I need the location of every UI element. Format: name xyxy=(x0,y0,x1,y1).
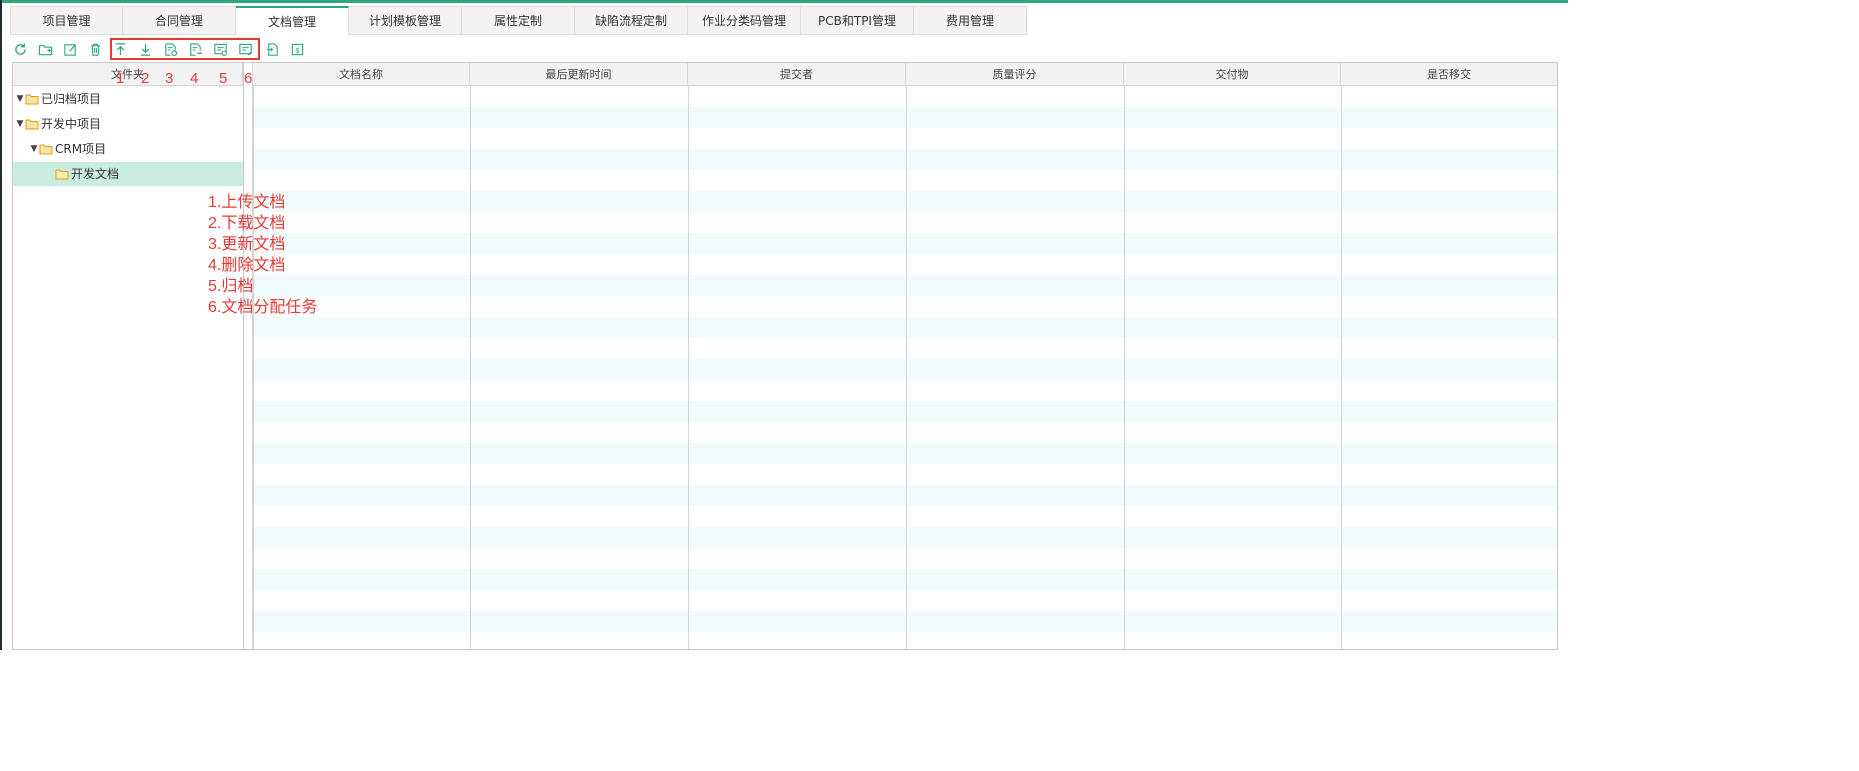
tab-pcb-tpi-management[interactable]: PCB和TPI管理 xyxy=(801,6,914,35)
window-left-edge xyxy=(0,0,2,650)
column-divider xyxy=(688,86,689,649)
column-header-last-updated[interactable]: 最后更新时间 xyxy=(470,63,688,86)
document-panel: 文件夹 文档名称 最后更新时间 提交者 质量评分 交付物 是否移交 ▼ 已归档项… xyxy=(12,62,1558,650)
legend-item: 5.归档 xyxy=(208,278,254,295)
row-stripe xyxy=(253,233,1557,254)
delete-icon xyxy=(90,43,100,56)
tab-document-management[interactable]: 文档管理 xyxy=(236,6,349,35)
cost-icon: $ xyxy=(291,43,303,55)
column-header-quality-score[interactable]: 质量评分 xyxy=(906,63,1124,86)
tree-node-dev-documents[interactable]: 开发文档 xyxy=(13,162,243,186)
tab-activity-code-management[interactable]: 作业分类码管理 xyxy=(688,6,801,35)
export-icon xyxy=(266,42,278,56)
row-stripe xyxy=(253,359,1557,380)
cost-button[interactable]: $ xyxy=(287,39,307,59)
tab-bar: 项目管理 合同管理 文档管理 计划模板管理 属性定制 缺陷流程定制 作业分类码管… xyxy=(10,6,1558,36)
folder-icon xyxy=(55,169,69,180)
row-stripe xyxy=(253,317,1557,338)
tree-node-label: 开发中项目 xyxy=(41,117,102,131)
row-stripe xyxy=(253,485,1557,506)
top-accent-bar xyxy=(0,0,1568,3)
tree-node-crm-project[interactable]: ▼ CRM项目 xyxy=(29,137,243,161)
column-divider xyxy=(1124,86,1125,649)
edit-icon xyxy=(63,43,76,56)
row-stripe xyxy=(253,611,1557,632)
tab-contract-management[interactable]: 合同管理 xyxy=(123,6,236,35)
annotation-number: 6 xyxy=(244,70,253,87)
column-header-submitter[interactable]: 提交者 xyxy=(688,63,906,86)
add-folder-icon xyxy=(38,44,52,55)
folder-open-icon xyxy=(25,119,39,130)
annotation-number: 1 xyxy=(116,70,125,87)
annotation-number: 5 xyxy=(219,70,228,87)
delete-button[interactable] xyxy=(85,39,105,59)
tab-attribute-customization[interactable]: 属性定制 xyxy=(462,6,575,35)
column-divider xyxy=(252,86,254,649)
annotation-legend: 1.上传文档 2.下载文档 3.更新文档 4.删除文档 5.归档 6.文档分配任… xyxy=(208,192,317,318)
row-stripe xyxy=(253,527,1557,548)
svg-text:$: $ xyxy=(295,45,300,54)
tree-node-label: CRM项目 xyxy=(55,142,107,156)
row-stripe xyxy=(253,401,1557,422)
legend-item: 2.下载文档 xyxy=(208,215,286,232)
tree-separator xyxy=(243,63,244,649)
tab-cost-management[interactable]: 费用管理 xyxy=(914,6,1027,35)
tab-defect-workflow[interactable]: 缺陷流程定制 xyxy=(575,6,688,35)
expand-arrow-icon[interactable]: ▼ xyxy=(15,87,25,111)
row-stripe xyxy=(253,191,1557,212)
legend-item: 1.上传文档 xyxy=(208,194,286,211)
folder-open-icon xyxy=(39,144,53,155)
tab-plan-template-management[interactable]: 计划模板管理 xyxy=(349,6,462,35)
row-stripe xyxy=(253,107,1557,128)
tree-node-in-development-projects[interactable]: ▼ 开发中项目 xyxy=(15,112,243,136)
column-header-deliverable[interactable]: 交付物 xyxy=(1124,63,1341,86)
legend-item: 4.删除文档 xyxy=(208,257,286,274)
refresh-button[interactable] xyxy=(10,39,30,59)
folder-open-icon xyxy=(25,94,39,105)
column-divider xyxy=(1341,86,1342,649)
tab-project-management[interactable]: 项目管理 xyxy=(10,6,123,35)
row-stripe xyxy=(253,569,1557,590)
annotation-number: 2 xyxy=(141,70,150,87)
row-stripe xyxy=(253,149,1557,170)
column-divider xyxy=(906,86,907,649)
expand-arrow-icon[interactable]: ▼ xyxy=(29,137,39,161)
expand-arrow-icon[interactable]: ▼ xyxy=(15,112,25,136)
tree-node-label: 开发文档 xyxy=(71,167,120,181)
row-stripe xyxy=(253,275,1557,296)
column-header-handed-over[interactable]: 是否移交 xyxy=(1341,63,1557,86)
refresh-icon xyxy=(14,42,26,55)
column-header-doc-name[interactable]: 文档名称 xyxy=(252,63,470,86)
column-divider xyxy=(470,86,471,649)
row-stripe xyxy=(253,443,1557,464)
legend-item: 3.更新文档 xyxy=(208,236,286,253)
annotation-highlight-box xyxy=(110,38,260,60)
tree-node-archived-projects[interactable]: ▼ 已归档项目 xyxy=(15,87,243,111)
add-folder-button[interactable] xyxy=(35,39,55,59)
edit-button[interactable] xyxy=(60,39,80,59)
legend-item: 6.文档分配任务 xyxy=(208,299,318,316)
annotation-number: 4 xyxy=(190,70,199,87)
tree-header: 文件夹 xyxy=(13,63,243,86)
export-button[interactable] xyxy=(262,39,282,59)
annotation-number: 3 xyxy=(165,70,174,87)
tree-node-label: 已归档项目 xyxy=(41,92,102,106)
